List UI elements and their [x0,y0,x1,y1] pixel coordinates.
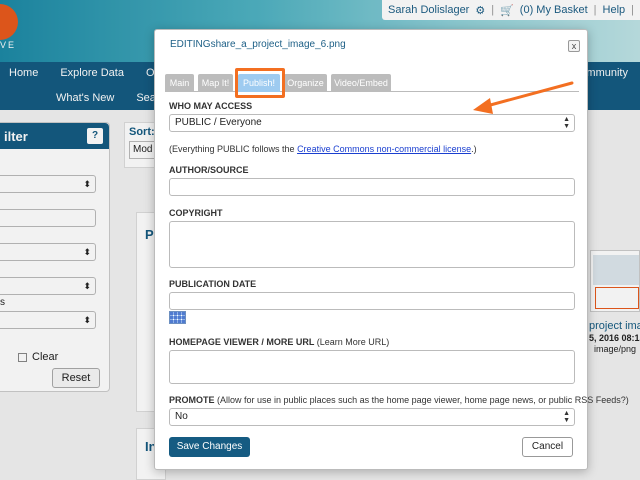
author-label: AUTHOR/SOURCE [169,165,249,175]
who-may-access-label: WHO MAY ACCESS [169,101,253,111]
cancel-button[interactable]: Cancel [522,437,573,457]
promote-select-value: No [175,411,188,422]
tab-map-it[interactable]: Map It! [198,74,233,92]
copyright-textarea[interactable] [169,221,575,268]
access-select[interactable]: PUBLIC / Everyone ▲ ▼ [169,114,575,132]
access-select-value: PUBLIC / Everyone [175,117,262,128]
homepage-url-label-text: HOMEPAGE VIEWER / MORE URL [169,337,315,347]
license-note-prefix: (Everything PUBLIC follows the [169,144,298,154]
dialog-tabs: Main Map It! Publish! Organize Video/Emb… [165,74,579,92]
homepage-url-label: HOMEPAGE VIEWER / MORE URL (Learn More U… [169,337,389,347]
homepage-url-textarea[interactable] [169,350,575,384]
promote-label-text: PROMOTE [169,395,215,405]
publication-date-input[interactable] [169,292,575,310]
homepage-url-hint: (Learn More URL) [316,337,390,347]
license-note: (Everything PUBLIC follows the Creative … [169,144,477,154]
save-changes-button[interactable]: Save Changes [169,437,250,457]
license-link[interactable]: Creative Commons non-commercial license [297,144,471,154]
dialog-title: EDITINGshare_a_project_image_6.png [170,39,346,50]
dialog-title-prefix: EDITING [170,39,211,50]
promote-label: PROMOTE (Allow for use in public places … [169,395,629,405]
promote-hint: (Allow for use in public places such as … [217,395,629,405]
promote-select[interactable]: No ▲ ▼ [169,408,575,426]
select-arrows-icon: ▲ ▼ [563,410,570,424]
publication-date-label: PUBLICATION DATE [169,279,257,289]
edit-dialog: EDITINGshare_a_project_image_6.png x Mai… [154,29,629,470]
calendar-icon[interactable] [169,311,186,324]
tab-main[interactable]: Main [165,74,194,92]
author-input[interactable] [169,178,575,196]
select-arrows-icon: ▲ ▼ [563,116,570,130]
publish-tab-highlight [235,68,285,98]
copyright-label: COPYRIGHT [169,208,223,218]
license-note-suffix: .) [471,144,477,154]
tab-video-embed[interactable]: Video/Embed [331,74,391,92]
tab-organize[interactable]: Organize [284,74,327,92]
dialog-title-file: share_a_project_image_6.png [210,39,346,50]
close-icon[interactable]: x [568,40,580,52]
